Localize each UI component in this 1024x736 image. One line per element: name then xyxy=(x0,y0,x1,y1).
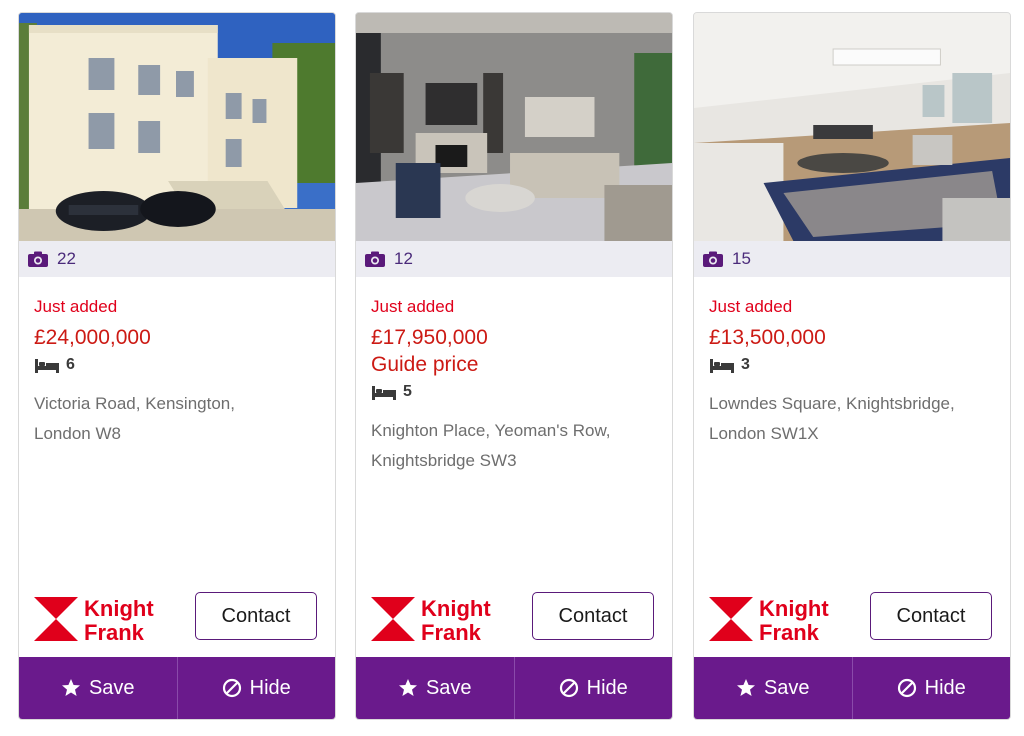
listing-details: Just added £24,000,000 6 Victoria Road, … xyxy=(34,297,325,449)
address-line-1: Knighton Place, Yeoman's Row, xyxy=(371,421,611,440)
address[interactable]: Knighton Place, Yeoman's Row, Knightsbri… xyxy=(371,416,641,476)
hide-button[interactable]: Hide xyxy=(176,657,336,719)
living-room-image xyxy=(356,13,672,241)
property-photo[interactable] xyxy=(356,13,672,241)
hide-button[interactable]: Hide xyxy=(851,657,1011,719)
address-line-2: London W8 xyxy=(34,424,121,443)
photo-count-bar[interactable]: 22 xyxy=(19,241,335,277)
property-photo[interactable] xyxy=(19,13,335,241)
contact-button[interactable]: Contact xyxy=(532,592,654,640)
price[interactable]: £24,000,000 xyxy=(34,325,325,351)
property-photo[interactable] xyxy=(694,13,1010,241)
price[interactable]: £13,500,000 xyxy=(709,325,1000,351)
address-line-1: Lowndes Square, Knightsbridge, xyxy=(709,394,955,413)
save-button[interactable]: Save xyxy=(356,657,514,719)
logo-name-line-2: Frank xyxy=(84,620,145,643)
contact-button[interactable]: Contact xyxy=(870,592,992,640)
save-button[interactable]: Save xyxy=(19,657,177,719)
camera-icon xyxy=(365,251,385,267)
block-icon xyxy=(222,678,241,698)
star-icon xyxy=(398,679,417,696)
star-icon xyxy=(736,679,755,696)
card-actions: Save Hide xyxy=(356,657,672,719)
knight-frank-logo[interactable]: Knight Frank xyxy=(709,595,835,643)
camera-icon xyxy=(703,251,723,267)
property-card[interactable]: 22 Just added £24,000,000 6 Victoria Roa… xyxy=(18,12,336,720)
knight-frank-logo[interactable]: Knight Frank xyxy=(371,595,497,643)
bedrooms: 3 xyxy=(709,353,1000,377)
logo-name-line-2: Frank xyxy=(759,620,820,643)
block-icon xyxy=(559,678,578,698)
bedroom-count: 3 xyxy=(741,356,750,373)
card-actions: Save Hide xyxy=(694,657,1010,719)
knight-frank-logo[interactable]: Knight Frank xyxy=(34,595,160,643)
bedrooms: 5 xyxy=(371,380,662,404)
address-line-2: London SW1X xyxy=(709,424,819,443)
just-added-badge: Just added xyxy=(371,297,455,316)
photo-count: 22 xyxy=(57,249,76,268)
photo-count-bar[interactable]: 15 xyxy=(694,241,1010,277)
just-added-badge: Just added xyxy=(34,297,118,316)
block-icon xyxy=(897,678,916,698)
bedrooms: 6 xyxy=(34,353,325,377)
save-label: Save xyxy=(88,676,135,699)
bedroom-count: 5 xyxy=(403,383,412,400)
just-added-badge: Just added xyxy=(709,297,793,316)
bed-icon xyxy=(372,385,396,400)
save-label: Save xyxy=(425,676,472,699)
save-label: Save xyxy=(763,676,810,699)
hide-label: Hide xyxy=(924,676,966,699)
logo-name-line-1: Knight xyxy=(759,596,829,621)
hide-label: Hide xyxy=(586,676,628,699)
address[interactable]: Victoria Road, Kensington, London W8 xyxy=(34,389,264,449)
photo-count: 15 xyxy=(732,249,751,268)
open-plan-room-image xyxy=(694,13,1010,241)
listing-details: Just added £17,950,000 Guide price 5 Kni… xyxy=(371,297,662,476)
hide-label: Hide xyxy=(249,676,291,699)
logo-name-line-1: Knight xyxy=(84,596,154,621)
listing-details: Just added £13,500,000 3 Lowndes Square,… xyxy=(709,297,1000,449)
contact-button[interactable]: Contact xyxy=(195,592,317,640)
property-card[interactable]: 12 Just added £17,950,000 Guide price 5 … xyxy=(355,12,673,720)
star-icon xyxy=(61,679,80,696)
address-line-2: Knightsbridge SW3 xyxy=(371,451,517,470)
address-line-1: Victoria Road, Kensington, xyxy=(34,394,235,413)
price-qualifier: Guide price xyxy=(371,353,479,376)
house-exterior-image xyxy=(19,13,335,241)
bed-icon xyxy=(710,358,734,373)
photo-count-bar[interactable]: 12 xyxy=(356,241,672,277)
save-button[interactable]: Save xyxy=(694,657,852,719)
logo-name-line-1: Knight xyxy=(421,596,491,621)
address[interactable]: Lowndes Square, Knightsbridge, London SW… xyxy=(709,389,989,449)
price[interactable]: £17,950,000 xyxy=(371,325,662,351)
logo-name-line-2: Frank xyxy=(421,620,482,643)
hide-button[interactable]: Hide xyxy=(513,657,673,719)
property-card[interactable]: 15 Just added £13,500,000 3 Lowndes Squa… xyxy=(693,12,1011,720)
bedroom-count: 6 xyxy=(66,356,75,373)
photo-count: 12 xyxy=(394,249,413,268)
camera-icon xyxy=(28,251,48,267)
bed-icon xyxy=(35,358,59,373)
card-actions: Save Hide xyxy=(19,657,335,719)
